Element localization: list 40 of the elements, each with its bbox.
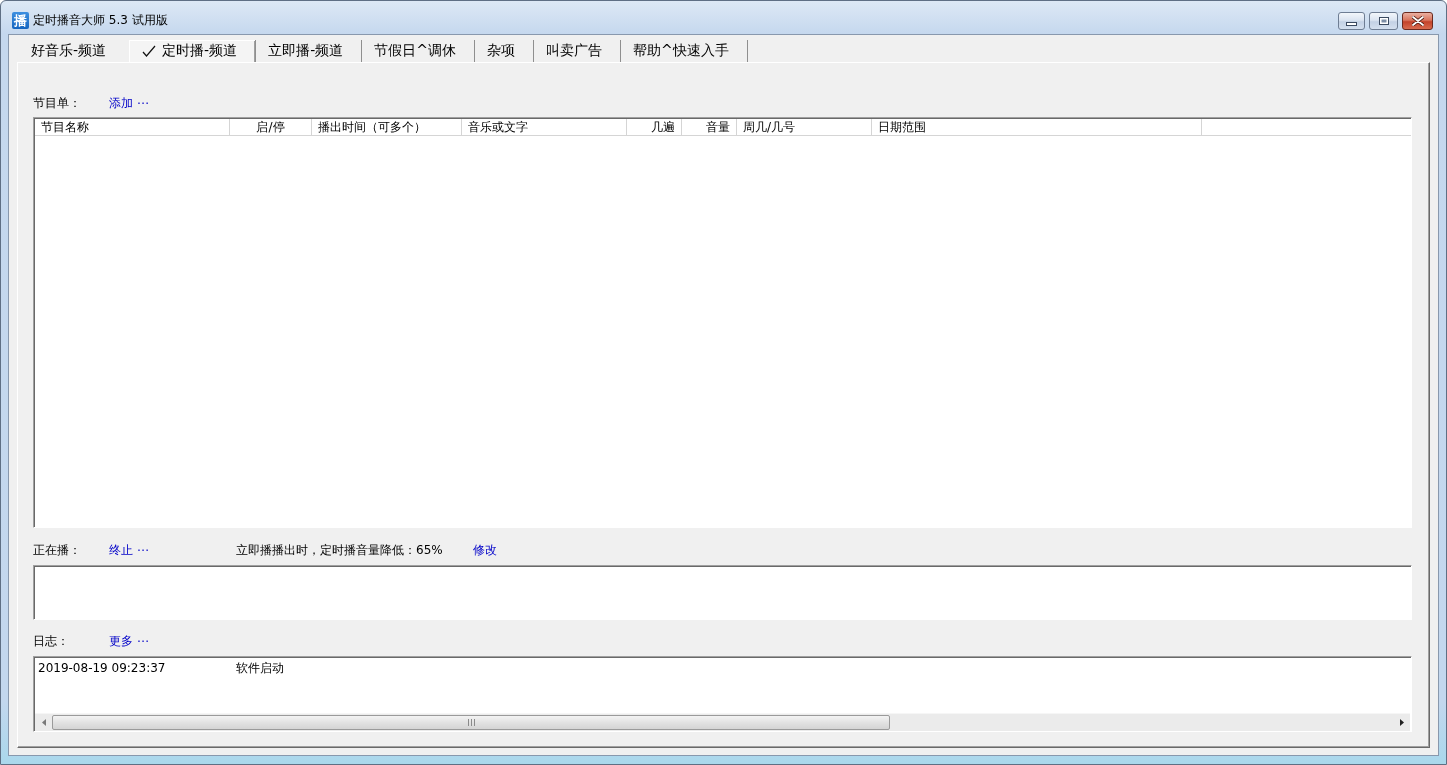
right-arrow-icon[interactable] xyxy=(1399,719,1404,726)
column-header[interactable]: 音量 xyxy=(682,119,737,135)
maximize-button[interactable] xyxy=(1369,11,1398,30)
column-header[interactable]: 音乐或文字 xyxy=(462,119,627,135)
log-time: 2019-08-19 09:23:37 xyxy=(38,660,167,676)
minimize-button[interactable] xyxy=(1338,11,1365,30)
program-list[interactable]: 节目名称 启/停 播出时间（可多个） 音乐或文字 几遍 音量 周几/几号 日期范围 xyxy=(33,117,1412,528)
check-icon xyxy=(142,45,157,57)
horizontal-scrollbar[interactable] xyxy=(35,713,1410,731)
stop-link[interactable]: 终止 ⋯ xyxy=(109,542,236,558)
column-header[interactable]: 播出时间（可多个） xyxy=(312,119,462,135)
more-link[interactable]: 更多 ⋯ xyxy=(109,633,149,649)
column-header[interactable]: 周几/几号 xyxy=(737,119,872,135)
scroll-thumb[interactable] xyxy=(52,715,891,730)
section-label: 日志： xyxy=(33,633,70,649)
close-icon xyxy=(1411,15,1424,26)
column-header[interactable]: 启/停 xyxy=(230,119,312,135)
add-link[interactable]: 添加 ⋯ xyxy=(109,95,149,111)
tab[interactable]: 立即播-频道 xyxy=(256,40,363,62)
grip-icon xyxy=(467,719,475,726)
window-title: 定时播音大师 5.3 试用版 xyxy=(33,12,168,29)
maximize-icon xyxy=(1378,16,1389,25)
column-header[interactable]: 节目名称 xyxy=(35,119,230,135)
section-label: 节目单： xyxy=(33,95,82,111)
tab[interactable]: 节假日^调休 xyxy=(362,40,475,62)
modify-link[interactable]: 修改 xyxy=(472,542,497,558)
section-label: 正在播： xyxy=(33,542,82,558)
left-arrow-icon[interactable] xyxy=(41,719,46,726)
close-button[interactable] xyxy=(1402,11,1433,30)
column-header[interactable]: 日期范围 xyxy=(872,119,1202,135)
tab[interactable]: 定时播-频道 xyxy=(129,40,257,62)
minimize-icon xyxy=(1346,21,1357,26)
column-header[interactable]: 几遍 xyxy=(627,119,682,135)
log-message: 软件启动 xyxy=(236,660,284,676)
tab[interactable]: 叫卖广告 xyxy=(533,40,621,62)
volume-note: 立即播播出时，定时播音量降低：65% xyxy=(236,542,443,558)
tab[interactable]: 杂项 xyxy=(474,40,534,62)
tab[interactable]: 帮助^快速入手 xyxy=(620,40,748,62)
app-logo: 播 xyxy=(12,12,29,29)
tab[interactable]: 好音乐-频道 xyxy=(19,40,126,62)
